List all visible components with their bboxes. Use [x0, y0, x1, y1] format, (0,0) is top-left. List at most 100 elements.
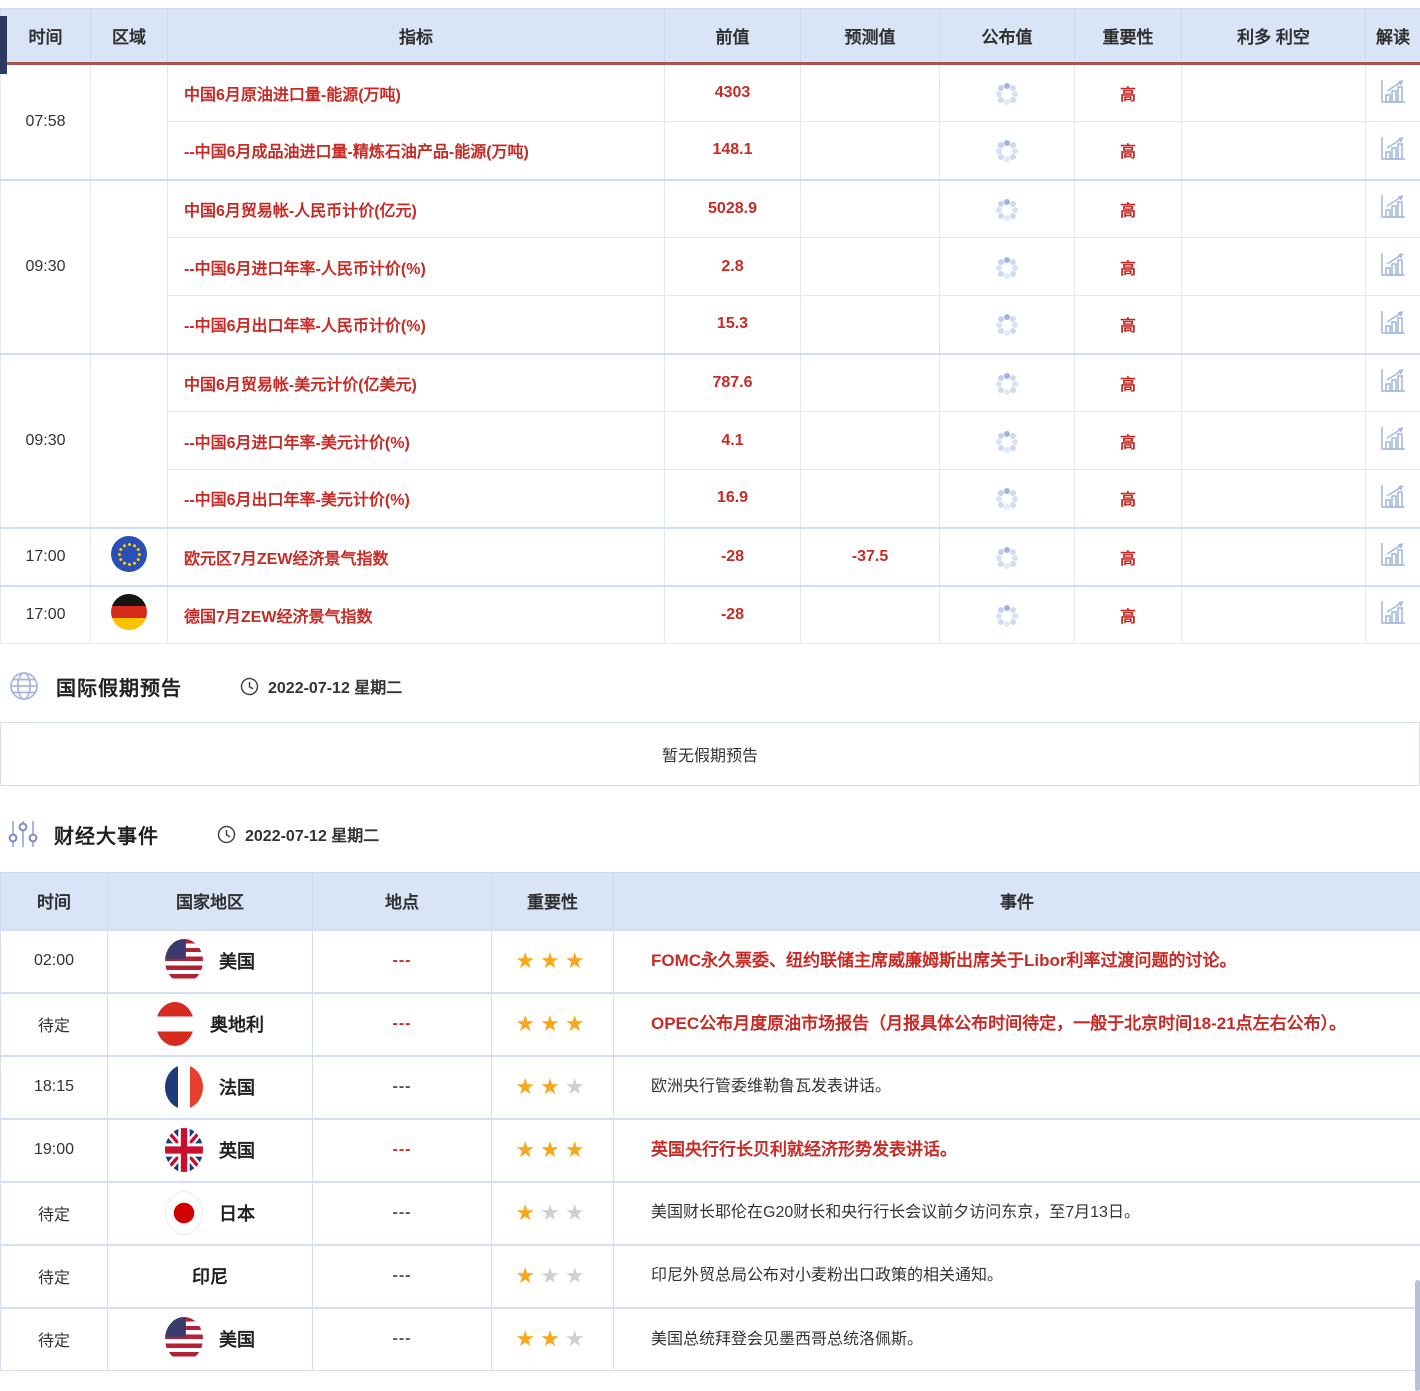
interpret-cell[interactable] [1366, 64, 1420, 122]
event-row: 待定奥地利---★★★OPEC公布月度原油市场报告（月报具体公布时间待定，一般于… [1, 993, 1420, 1056]
forecast-value [801, 238, 940, 296]
country-name: 日本 [219, 1200, 255, 1226]
forecast-value [801, 412, 940, 470]
previous-value: -28 [665, 586, 801, 644]
star-icon: ★ [540, 1011, 565, 1036]
published-value-loading [940, 412, 1075, 470]
event-row: 待定日本---★★★美国财长耶伦在G20财长和央行行长会议前夕访问东京，至7月1… [1, 1182, 1420, 1245]
release-time: 17:00 [1, 586, 91, 644]
star-icon: ★ [515, 1074, 540, 1099]
bias-cell [1182, 64, 1366, 122]
econ-row: 09:30中国6月贸易帐-人民币计价(亿元)5028.9高 [1, 180, 1420, 238]
event-location: --- [313, 1182, 492, 1245]
bias-cell [1182, 528, 1366, 586]
col-header-published: 公布值 [940, 9, 1075, 64]
country-name: 法国 [219, 1074, 255, 1100]
economic-data-table: 时间 区域 指标 前值 预测值 公布值 重要性 利多 利空 解读 07:58中国… [0, 8, 1420, 644]
release-time: 09:30 [1, 180, 91, 354]
forecast-value [801, 354, 940, 412]
bias-cell [1182, 412, 1366, 470]
importance-level: 高 [1075, 470, 1182, 528]
chart-interpret-icon[interactable] [1378, 598, 1408, 626]
star-icon: ★ [565, 948, 590, 973]
interpret-cell[interactable] [1366, 238, 1420, 296]
econ-row: --中国6月成品油进口量-精炼石油产品-能源(万吨)148.1 高 [1, 122, 1420, 180]
events-date-text: 2022-07-12 星期二 [245, 822, 379, 846]
published-value-loading [940, 354, 1075, 412]
importance-level: 高 [1075, 412, 1182, 470]
previous-value: 16.9 [665, 470, 801, 528]
indicator-name: --中国6月出口年率-人民币计价(%) [168, 296, 665, 354]
econ-row: 17:00德国7月ZEW经济景气指数-28高 [1, 586, 1420, 644]
indicator-name: 中国6月原油进口量-能源(万吨) [168, 64, 665, 122]
bias-cell [1182, 296, 1366, 354]
region-cell [91, 354, 168, 528]
region-cell [91, 528, 168, 586]
indicator-name: --中国6月成品油进口量-精炼石油产品-能源(万吨) [168, 122, 665, 180]
star-icon: ★ [515, 1263, 540, 1288]
event-importance-stars: ★★★ [492, 1245, 614, 1308]
event-row: 19:00英国---★★★英国央行行长贝利就经济形势发表讲话。 [1, 1119, 1420, 1182]
previous-value: 5028.9 [665, 180, 801, 238]
published-value-loading [940, 296, 1075, 354]
chart-interpret-icon[interactable] [1378, 366, 1408, 394]
bias-cell [1182, 122, 1366, 180]
econ-row: 17:00欧元区7月ZEW经济景气指数-28-37.5高 [1, 528, 1420, 586]
event-description: OPEC公布月度原油市场报告（月报具体公布时间待定，一般于北京时间18-21点左… [614, 993, 1420, 1056]
star-icon: ★ [565, 1137, 590, 1162]
clock-icon [217, 825, 236, 844]
chart-interpret-icon[interactable] [1378, 308, 1408, 336]
col-header-region: 区域 [91, 9, 168, 64]
interpret-cell[interactable] [1366, 180, 1420, 238]
event-row: 待定美国---★★★美国总统拜登会见墨西哥总统洛佩斯。 [1, 1308, 1420, 1371]
interpret-cell[interactable] [1366, 412, 1420, 470]
indicator-name: --中国6月出口年率-美元计价(%) [168, 470, 665, 528]
event-description: 美国总统拜登会见墨西哥总统洛佩斯。 [614, 1308, 1420, 1371]
star-icon: ★ [565, 1011, 590, 1036]
interpret-cell[interactable] [1366, 586, 1420, 644]
event-country: 法国 [108, 1056, 313, 1119]
country-wrap: 美国 [109, 939, 311, 983]
star-icon: ★ [565, 1263, 590, 1288]
previous-value: 148.1 [665, 122, 801, 180]
star-icon: ★ [540, 1074, 565, 1099]
interpret-cell[interactable] [1366, 354, 1420, 412]
chart-interpret-icon[interactable] [1378, 134, 1408, 162]
published-value-loading [940, 586, 1075, 644]
flag-eurozone-icon [111, 536, 147, 572]
chart-interpret-icon[interactable] [1378, 77, 1408, 105]
interpret-cell[interactable] [1366, 470, 1420, 528]
globe-icon [8, 670, 40, 702]
previous-value: 787.6 [665, 354, 801, 412]
release-time: 17:00 [1, 528, 91, 586]
star-icon: ★ [565, 1074, 590, 1099]
holiday-empty-box: 暂无假期预告 [0, 722, 1420, 786]
holiday-date-text: 2022-07-12 星期二 [268, 674, 402, 698]
bias-cell [1182, 238, 1366, 296]
chart-interpret-icon[interactable] [1378, 192, 1408, 220]
importance-level: 高 [1075, 122, 1182, 180]
published-value-loading [940, 528, 1075, 586]
chart-interpret-icon[interactable] [1378, 482, 1408, 510]
loading-spinner-icon [1004, 207, 1010, 213]
events-section-date: 2022-07-12 星期二 [217, 822, 379, 846]
chart-interpret-icon[interactable] [1378, 250, 1408, 278]
scrollbar-thumb[interactable] [1415, 1280, 1420, 1391]
holiday-section-title: 国际假期预告 [56, 672, 182, 701]
chart-interpret-icon[interactable] [1378, 540, 1408, 568]
event-location: --- [313, 1245, 492, 1308]
flag-usa-icon [165, 939, 203, 983]
bias-cell [1182, 586, 1366, 644]
event-time: 18:15 [1, 1056, 108, 1119]
event-importance-stars: ★★★ [492, 1182, 614, 1245]
interpret-cell[interactable] [1366, 296, 1420, 354]
events-header-row: 时间 国家地区 地点 重要性 事件 [1, 873, 1420, 930]
forecast-value [801, 470, 940, 528]
interpret-cell[interactable] [1366, 528, 1420, 586]
event-country: 日本 [108, 1182, 313, 1245]
interpret-cell[interactable] [1366, 122, 1420, 180]
econ-row: 09:30中国6月贸易帐-美元计价(亿美元)787.6高 [1, 354, 1420, 412]
econ-row: --中国6月出口年率-人民币计价(%)15.3高 [1, 296, 1420, 354]
chart-interpret-icon[interactable] [1378, 424, 1408, 452]
loading-spinner-icon [1004, 496, 1010, 502]
